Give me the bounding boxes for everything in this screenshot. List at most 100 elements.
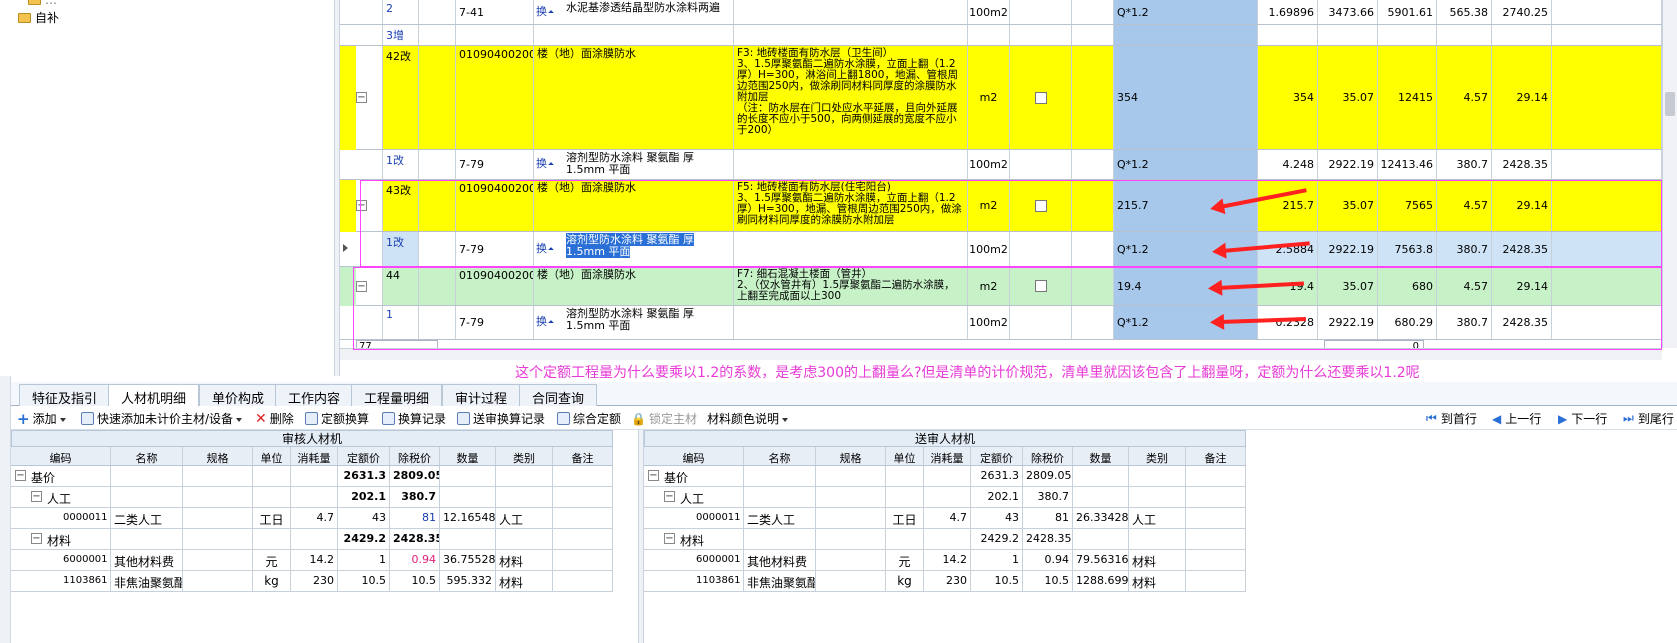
column-header[interactable]: 除税价 (390, 447, 440, 465)
column-header[interactable]: 名称 (744, 447, 816, 465)
row-feature[interactable]: F3: 地砖楼面有防水层（卫生间） 3、1.5厚聚氨酯二遍防水涂膜，立面上翻（1… (734, 46, 968, 149)
column-header[interactable]: 规格 (816, 447, 886, 465)
tree-item-zibu[interactable]: 自补 (18, 9, 59, 26)
column-header[interactable]: 编码 (11, 447, 111, 465)
material-row[interactable]: − 人工 202.1 380.7 (11, 487, 613, 508)
column-header[interactable]: 定额价 (338, 447, 390, 465)
row-name[interactable] (534, 25, 734, 45)
tab-features[interactable]: 特征及指引 (19, 384, 111, 407)
material-row[interactable]: − 人工 202.1 380.7 (644, 487, 1246, 508)
scroll-thumb[interactable] (1665, 92, 1675, 116)
prev-row-button[interactable]: ◀ 上一行 (1492, 410, 1541, 427)
row-c1 (1318, 25, 1378, 45)
last-row-button[interactable]: ⏭ 到尾行 (1623, 410, 1674, 427)
lock-main-material-button[interactable]: 🔒 锁定主材 (631, 410, 697, 427)
material-row[interactable]: 6000001 其他材料费 元 14.2 1 0.94 36.75528 材料 (11, 550, 613, 571)
row-code[interactable]: 7-79 (456, 150, 534, 179)
row-formula[interactable]: Q*1.2 (1114, 0, 1258, 24)
quota-row[interactable]: 3增 (340, 25, 1662, 46)
collapse-icon[interactable]: − (648, 470, 659, 481)
column-header[interactable]: 数量 (440, 447, 496, 465)
row-code[interactable]: 010904002002 (456, 46, 534, 149)
quota-row[interactable]: 1改 7-79 换 溶剂型防水涂料 聚氨酯 厚1.5mm 平面 100m2 Q*1.2 4.… (340, 150, 1662, 180)
row-formula[interactable] (1114, 25, 1258, 45)
cell-text: 202.1 (351, 490, 386, 503)
row-tree-cell[interactable] (340, 25, 383, 45)
row-name[interactable]: 换 溶剂型防水涂料 聚氨酯 厚1.5mm 平面 (536, 150, 734, 179)
quota-conversion-button[interactable]: 定额换算 (305, 410, 369, 427)
checkbox[interactable] (1034, 91, 1047, 104)
sent-conversion-record-button[interactable]: 送审换算记录 (457, 410, 545, 427)
material-row[interactable]: 1103861 非焦油聚氨酯 kg 230 10.5 10.5 1288.699 材料 (644, 571, 1246, 592)
tab-labor-material[interactable]: 人材机明细 (108, 384, 200, 407)
cell-code: − 材料 (644, 529, 744, 549)
conversion-record-button[interactable]: 换算记录 (382, 410, 446, 427)
bill-row[interactable]: − 42改 010904002002楼（地）面涂膜防水 F3: 地砖楼面有防水层（卫生… (340, 46, 1662, 150)
column-header[interactable]: 消耗量 (291, 447, 338, 465)
row-code[interactable]: 7-41 (456, 0, 534, 24)
first-row-button[interactable]: ⏮ 到首行 (1426, 410, 1477, 427)
cell-cons: 4.7 (291, 508, 338, 528)
material-row[interactable]: 6000001 其他材料费 元 14.2 1 0.94 79.56316 材料 (644, 550, 1246, 571)
material-row[interactable]: − 基价 2631.3 2809.05 (11, 466, 613, 487)
column-header[interactable]: 备注 (1186, 447, 1246, 465)
tree-item-partial[interactable]: … (28, 0, 57, 7)
row-tree-cell[interactable] (340, 0, 383, 24)
column-header[interactable]: 规格 (183, 447, 253, 465)
material-row[interactable]: 0000011 二类人工 工日 4.7 43 81 12.16548 人工 (11, 508, 613, 529)
material-row[interactable]: 1103861 非焦油聚氨酯 kg 230 10.5 10.5 595.332 材料 (11, 571, 613, 592)
row-code[interactable] (456, 25, 534, 45)
column-header[interactable]: 单位 (886, 447, 924, 465)
collapse-icon[interactable]: − (664, 533, 675, 544)
column-header[interactable]: 数量 (1073, 447, 1129, 465)
conversion-mark[interactable]: 换 (536, 5, 553, 18)
column-header[interactable]: 编码 (644, 447, 744, 465)
collapse-icon[interactable]: − (15, 470, 26, 481)
row-formula[interactable]: Q*1.2 (1114, 150, 1258, 179)
tab-audit-process[interactable]: 审计过程 (442, 384, 521, 407)
material-row[interactable]: − 材料 2429.2 2428.35 (644, 529, 1246, 550)
cell-cat: 材料 (496, 550, 553, 570)
column-header[interactable]: 备注 (553, 447, 613, 465)
quick-add-button[interactable]: 快速添加未计价主材/设备 (81, 410, 242, 427)
quota-row[interactable]: 2 7-41 换水泥基渗透结晶型防水涂料两遍 100m2 Q*1.2 1.69896 347… (340, 0, 1662, 25)
material-color-desc-button[interactable]: 材料颜色说明 (707, 410, 788, 427)
column-header[interactable]: 定额价 (971, 447, 1023, 465)
column-header[interactable]: 消耗量 (924, 447, 971, 465)
row-check-cell[interactable] (1010, 150, 1072, 179)
collapse-icon[interactable]: − (664, 491, 675, 502)
row-feature[interactable] (734, 25, 968, 45)
collapse-icon[interactable]: − (31, 533, 42, 544)
row-check-cell[interactable] (1010, 25, 1072, 45)
next-row-button[interactable]: ▶ 下一行 (1558, 410, 1607, 427)
column-header[interactable]: 类别 (1129, 447, 1186, 465)
tab-unit-price[interactable]: 单价构成 (199, 384, 278, 407)
collapse-icon[interactable]: − (31, 491, 42, 502)
collapse-icon[interactable]: − (356, 92, 367, 103)
composite-quota-button[interactable]: 综合定额 (557, 410, 621, 427)
add-button[interactable]: + 添加 (17, 410, 66, 427)
row-name[interactable]: 楼（地）面涂膜防水 (534, 46, 734, 149)
vertical-scrollbar[interactable] (1662, 0, 1677, 348)
material-row[interactable]: 0000011 二类人工 工日 4.7 43 81 26.33428 人工 (644, 508, 1246, 529)
column-header[interactable]: 名称 (111, 447, 183, 465)
cell-cat (496, 529, 553, 549)
delete-button[interactable]: ✕ 删除 (255, 410, 294, 427)
row-check-cell[interactable] (1010, 46, 1072, 149)
tab-contract-query[interactable]: 合同查询 (519, 384, 598, 407)
row-c1: 2922.19 (1318, 150, 1378, 179)
column-header[interactable]: 类别 (496, 447, 553, 465)
material-row[interactable]: − 材料 2429.2 2428.35 (11, 529, 613, 550)
tab-work-content[interactable]: 工作内容 (275, 384, 354, 407)
row-check-cell[interactable] (1010, 0, 1072, 24)
row-formula[interactable]: 354 (1114, 46, 1258, 149)
column-header[interactable]: 除税价 (1023, 447, 1073, 465)
tab-quantity-detail[interactable]: 工程量明细 (351, 384, 443, 407)
conversion-mark[interactable]: 换 (536, 158, 553, 170)
material-row[interactable]: − 基价 2631.3 2809.05 (644, 466, 1246, 487)
row-tree-cell[interactable] (340, 150, 383, 179)
row-feature[interactable] (734, 150, 968, 179)
column-header[interactable]: 单位 (253, 447, 291, 465)
row-name[interactable]: 换水泥基渗透结晶型防水涂料两遍 (536, 0, 734, 24)
row-feature[interactable] (734, 0, 968, 24)
